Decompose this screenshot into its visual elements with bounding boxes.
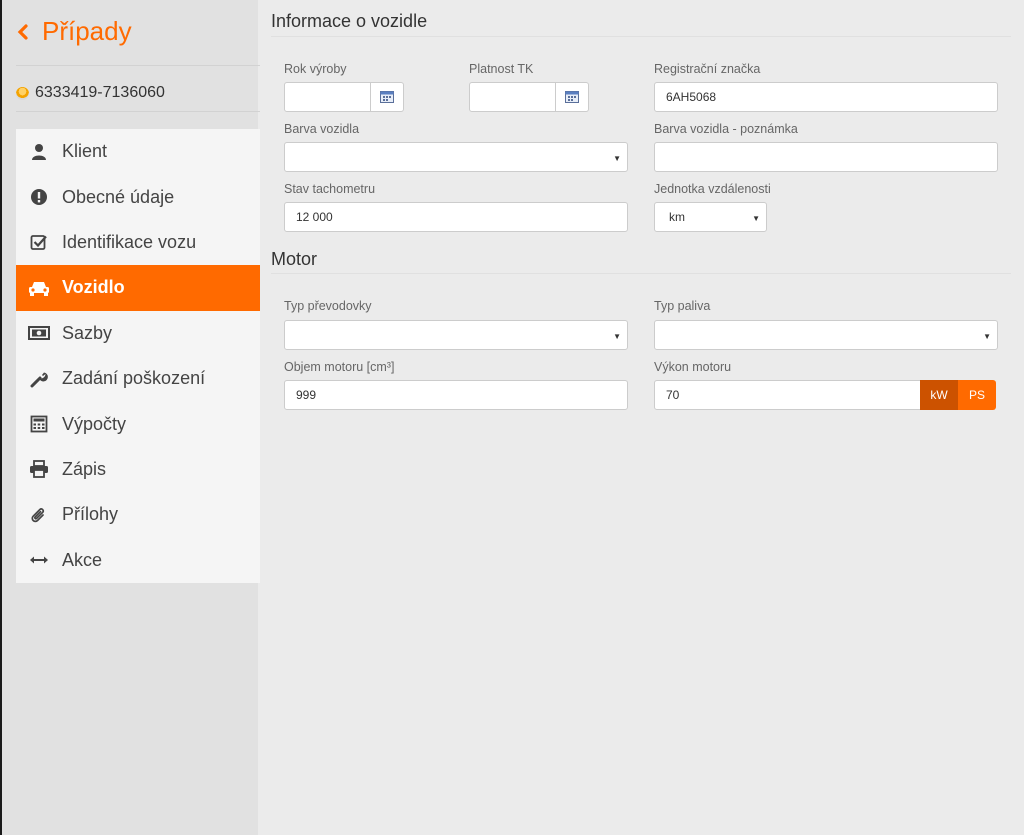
- power-label: Výkon motoru: [654, 360, 732, 374]
- exclamation-circle-icon: [28, 187, 50, 207]
- sidebar-item-label: Vozidlo: [62, 277, 125, 298]
- tk-label: Platnost TK: [469, 62, 534, 76]
- odometer-label: Stav tachometru: [284, 182, 376, 196]
- unit-kw-button[interactable]: kW: [920, 380, 958, 410]
- gearbox-select[interactable]: ▼: [284, 320, 628, 350]
- distance-unit-select[interactable]: km ▼: [654, 202, 767, 232]
- sidebar-item-vypocty[interactable]: Výpočty: [16, 401, 260, 446]
- odometer-input[interactable]: 12 000: [284, 202, 628, 232]
- caret-down-icon: ▼: [983, 332, 991, 341]
- sidebar-item-zapis[interactable]: Zápis: [16, 447, 260, 492]
- sidebar-item-label: Přílohy: [62, 504, 119, 525]
- paperclip-icon: [28, 505, 50, 525]
- calendar-button[interactable]: [556, 82, 589, 112]
- car-icon: [28, 278, 50, 298]
- divider: [16, 111, 260, 112]
- sidebar-item-sazby[interactable]: Sazby: [16, 311, 260, 356]
- distance-unit-label: Jednotka vzdálenosti: [654, 182, 771, 196]
- divider: [271, 273, 1011, 274]
- color-note-input[interactable]: [654, 142, 998, 172]
- sidebar-item-label: Obecné údaje: [62, 186, 175, 207]
- calendar-icon: [380, 91, 394, 103]
- year-input[interactable]: [284, 82, 371, 112]
- sidebar-item-akce[interactable]: Akce: [16, 538, 260, 583]
- money-icon: [28, 323, 50, 343]
- divider: [16, 65, 260, 66]
- color-label: Barva vozidla: [284, 122, 360, 136]
- sidebar-item-prilohy[interactable]: Přílohy: [16, 492, 260, 537]
- year-date-picker: [284, 82, 404, 112]
- plate-input[interactable]: 6AH5068: [654, 82, 998, 112]
- section-title-motor: Motor: [271, 249, 318, 269]
- volume-input[interactable]: 999: [284, 380, 628, 410]
- unit-ps-button[interactable]: PS: [958, 380, 996, 410]
- wrench-icon: [28, 369, 50, 389]
- sidebar-item-label: Výpočty: [62, 413, 127, 434]
- sidebar-item-klient[interactable]: Klient: [16, 129, 260, 174]
- tk-date-picker: [469, 82, 589, 112]
- calendar-icon: [565, 91, 579, 103]
- status-dot-icon: [16, 86, 29, 100]
- case-id: 6333419-7136060: [16, 84, 165, 102]
- caret-down-icon: ▼: [613, 154, 621, 163]
- user-icon: [28, 142, 50, 162]
- sidebar-item-label: Akce: [62, 549, 103, 570]
- color-note-label: Barva vozidla - poznámka: [654, 122, 798, 136]
- fuel-select[interactable]: ▼: [654, 320, 998, 350]
- divider: [271, 36, 1011, 37]
- arrows-horizontal-icon: [28, 550, 50, 570]
- tk-input[interactable]: [469, 82, 556, 112]
- year-label: Rok výroby: [284, 62, 347, 76]
- printer-icon: [28, 459, 50, 479]
- gearbox-label: Typ převodovky: [284, 299, 372, 313]
- caret-down-icon: ▼: [752, 214, 760, 223]
- sidebar-item-label: Zápis: [62, 458, 107, 479]
- sidebar-item-vozidlo[interactable]: Vozidlo: [16, 265, 260, 311]
- color-select[interactable]: ▼: [284, 142, 628, 172]
- case-id-text: 6333419-7136060: [35, 84, 165, 101]
- section-title-vehicle-info: Informace o vozidle: [271, 11, 428, 31]
- sidebar-item-zadani-poskozeni[interactable]: Zadání poškození: [16, 356, 260, 401]
- chevron-left-icon: [16, 17, 36, 47]
- caret-down-icon: ▼: [613, 332, 621, 341]
- power-unit-toggle: kW PS: [920, 380, 996, 410]
- back-label: Případy: [42, 16, 132, 46]
- power-input[interactable]: 70: [654, 380, 922, 410]
- main-content: Informace o vozidle Rok výroby Platnost …: [258, 0, 1024, 835]
- sidebar-item-label: Identifikace vozu: [62, 231, 197, 252]
- sidebar-item-identifikace-vozu[interactable]: Identifikace vozu: [16, 220, 260, 265]
- back-to-cases-link[interactable]: Případy: [16, 16, 132, 47]
- plate-label: Registrační značka: [654, 62, 761, 76]
- sidebar-item-obecne-udaje[interactable]: Obecné údaje: [16, 174, 260, 219]
- sidebar-item-label: Zadání poškození: [62, 368, 206, 389]
- calculator-icon: [28, 414, 50, 434]
- volume-label: Objem motoru [cm³]: [284, 360, 395, 374]
- checkbox-icon: [28, 232, 50, 252]
- sidebar-item-label: Sazby: [62, 322, 113, 343]
- calendar-button[interactable]: [371, 82, 404, 112]
- sidebar-menu: Klient Obecné údaje Identifikace vozu Vo…: [16, 129, 260, 583]
- sidebar-item-label: Klient: [62, 141, 108, 162]
- distance-unit-value: km: [669, 210, 685, 224]
- fuel-label: Typ paliva: [654, 299, 711, 313]
- sidebar: Případy 6333419-7136060 Klient Obecné úd…: [0, 0, 260, 835]
